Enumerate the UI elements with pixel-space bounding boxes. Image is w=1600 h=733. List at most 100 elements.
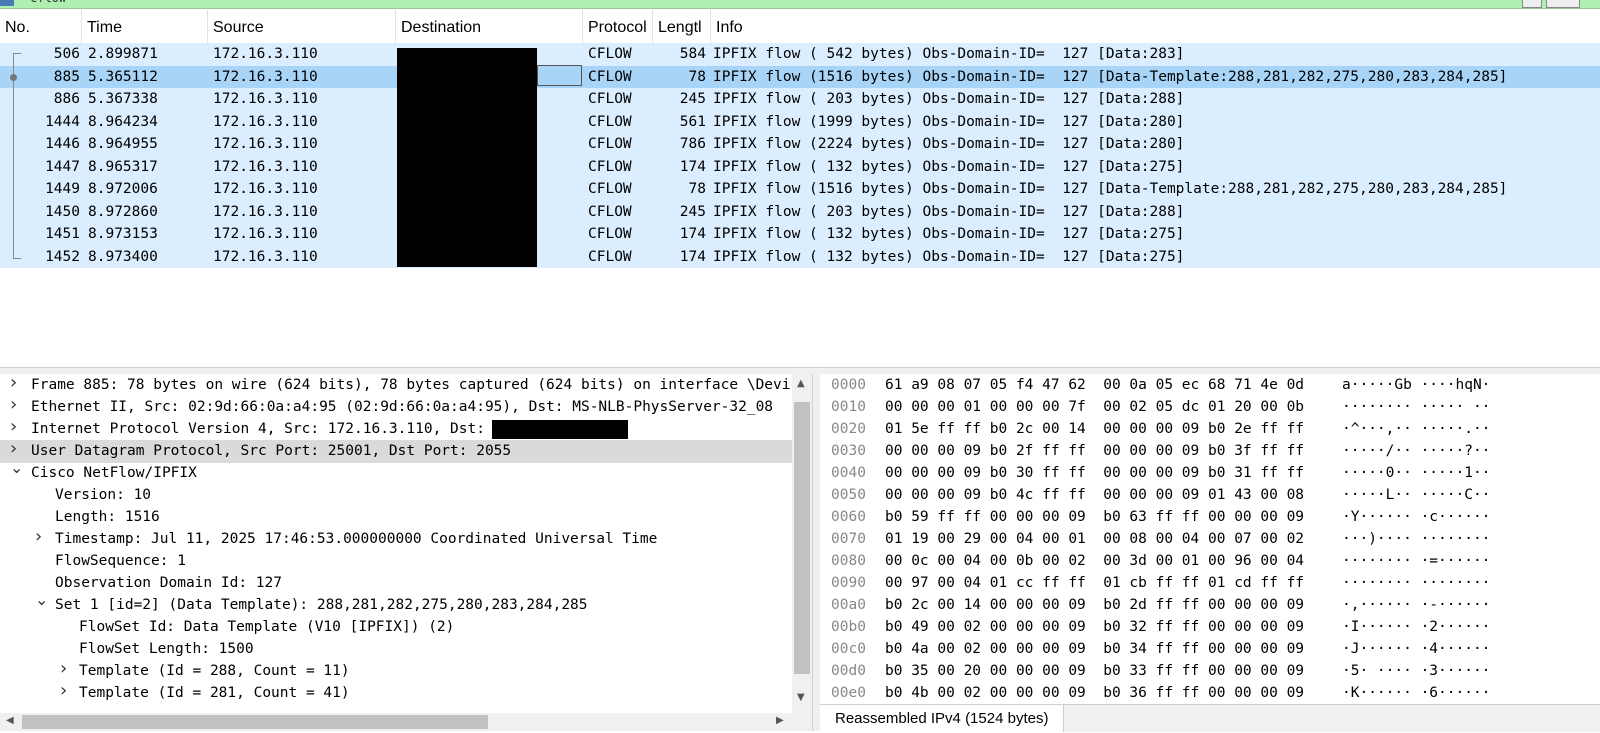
packet-time: 2.899871 [88,46,158,62]
detail-tree-item[interactable]: ⌄ Cisco NetFlow/IPFIX [0,458,792,485]
bytes-ascii: ········ ········ [1342,575,1491,591]
details-vertical-scrollbar[interactable]: ▲ ▼ [792,374,812,708]
filter-apply-button[interactable] [1546,0,1580,8]
detail-tree-item[interactable]: › Timestamp: Jul 11, 2025 17:46:53.000000… [0,526,792,551]
packet-row[interactable]: 1449 8.972006 172.16.3.110 CFLOW 78 IPFIX flo… [0,178,1600,201]
bytes-row[interactable]: 0050 00 00 00 09 b0 4c ff ff 00 00 00 09 … [820,484,1600,507]
bytes-row[interactable]: 0030 00 00 00 09 b0 2f ff ff 00 00 00 09 … [820,440,1600,463]
packet-row[interactable]: 885 5.365112 172.16.3.110 CFLOW 78 IPFIX flow… [0,65,1600,88]
packet-number: 1450 [45,203,80,220]
details-vertical-scroll-thumb[interactable] [794,402,810,674]
bytes-hex: 00 00 00 09 b0 30 ff ff 00 00 00 09 b0 3… [885,465,1305,481]
detail-tree-item[interactable]: Length: 1516 [0,506,792,529]
bytes-offset: 00e0 [831,685,866,701]
packet-row[interactable]: 1447 8.965317 172.16.3.110 CFLOW 174 IPFIX fl… [0,155,1600,178]
expand-chevron-icon[interactable]: › [60,658,67,680]
bytes-row[interactable]: 00b0 b0 49 00 02 00 00 00 09 b0 32 ff ff … [820,616,1600,639]
bytes-row[interactable]: 0060 b0 59 ff ff 00 00 00 09 b0 63 ff ff … [820,506,1600,529]
packet-row[interactable]: 1444 8.964234 172.16.3.110 CFLOW 561 IPFIX fl… [0,110,1600,133]
bytes-row[interactable]: 0000 61 a9 08 07 05 f4 47 62 00 0a 05 ec … [820,374,1600,397]
packet-protocol: CFLOW [588,248,632,265]
detail-tree-item[interactable]: › Frame 885: 78 bytes on wire (624 bits),… [0,374,792,397]
bytes-row[interactable]: 0070 01 19 00 29 00 04 00 01 00 08 00 04 … [820,528,1600,551]
column-header-source[interactable]: Source [208,10,396,43]
filter-clear-button[interactable] [1522,0,1542,8]
packet-protocol: CFLOW [588,68,632,85]
bytes-offset: 0040 [831,465,866,481]
packet-length: 786 [679,136,706,152]
expand-chevron-icon[interactable]: › [35,526,42,548]
expand-chevron-icon[interactable]: › [10,394,17,416]
detail-tree-text: FlowSet Length: 1500 [79,641,254,657]
detail-tree-item[interactable]: FlowSet Length: 1500 [0,638,792,661]
details-horizontal-scrollbar[interactable]: ◀ ▶ [0,713,792,731]
packet-details-tree[interactable]: › Frame 885: 78 bytes on wire (624 bits),… [0,374,812,731]
bytes-row[interactable]: 0010 00 00 00 01 00 00 00 7f 00 02 05 dc … [820,396,1600,419]
packet-source: 172.16.3.110 [213,68,318,85]
bytes-hex: b0 2c 00 14 00 00 00 09 b0 2d ff ff 00 0… [885,597,1305,613]
expand-chevron-icon[interactable]: › [10,374,17,394]
scroll-down-icon[interactable]: ▼ [797,692,805,703]
tab-reassembled-ipv4[interactable]: Reassembled IPv4 (1524 bytes) [820,705,1065,732]
bytes-hex: 61 a9 08 07 05 f4 47 62 00 0a 05 ec 68 7… [885,377,1305,393]
display-filter-input[interactable]: cflow [30,0,66,5]
detail-tree-item[interactable]: › Ethernet II, Src: 02:9d:66:0a:a4:95 (02… [0,394,792,419]
bytes-ascii: ·····/·· ·····?·· [1342,443,1491,459]
detail-tree-item[interactable]: › Internet Protocol Version 4, Src: 172.1… [0,416,792,441]
packet-row[interactable]: 886 5.367338 172.16.3.110 CFLOW 245 IPFIX flo… [0,88,1600,111]
packet-row[interactable]: 1451 8.973153 172.16.3.110 CFLOW 174 IPFIX fl… [0,223,1600,246]
bytes-row[interactable]: 0080 00 0c 00 04 00 0b 00 02 00 3d 00 01 … [820,550,1600,573]
display-filter-bar[interactable]: cflow [0,0,1600,9]
packet-row[interactable]: 1450 8.972860 172.16.3.110 CFLOW 245 IPFIX fl… [0,200,1600,223]
bytes-row[interactable]: 0090 00 97 00 04 01 cc ff ff 01 cb ff ff … [820,572,1600,595]
packet-info: IPFIX flow (1999 bytes) Obs-Domain-ID= 1… [713,113,1185,130]
bytes-ascii: ·5· ···· ·3······ [1342,663,1491,679]
packet-info: IPFIX flow (1516 bytes) Obs-Domain-ID= 1… [713,181,1508,197]
packet-number: 1452 [45,248,80,265]
conversation-tree-line [13,53,14,258]
packet-row[interactable]: 506 2.899871 172.16.3.110 CFLOW 584 IPFIX flo… [0,43,1600,66]
scroll-left-icon[interactable]: ◀ [6,715,14,726]
packet-row[interactable]: 1452 8.973400 172.16.3.110 CFLOW 174 IPFIX fl… [0,245,1600,268]
column-header-info[interactable]: Info [711,10,1600,43]
collapse-chevron-icon[interactable]: ⌄ [35,589,48,611]
detail-tree-item[interactable]: › Template (Id = 288, Count = 11) [0,658,792,683]
scroll-up-icon[interactable]: ▲ [797,378,805,389]
detail-tree-item[interactable]: ⌄ Set 1 [id=2] (Data Template): 288,281,2… [0,590,792,617]
column-header-length[interactable]: Lengtl [653,10,711,43]
collapse-chevron-icon[interactable]: ⌄ [10,457,23,479]
detail-tree-item[interactable]: FlowSet Id: Data Template (V10 [IPFIX]) … [0,616,792,639]
bytes-offset: 0050 [831,487,866,503]
detail-tree-item[interactable]: › Template (Id = 281, Count = 41) [0,680,792,705]
bytes-row[interactable]: 00a0 b0 2c 00 14 00 00 00 09 b0 2d ff ff … [820,594,1600,617]
filter-bookmark-icon[interactable] [0,0,14,6]
detail-tree-item[interactable]: Observation Domain Id: 127 [0,572,792,595]
focused-cell-outline [537,65,582,86]
packet-row[interactable]: 1446 8.964955 172.16.3.110 CFLOW 786 IPFIX fl… [0,133,1600,156]
column-header-time[interactable]: Time [82,10,208,43]
bytes-row[interactable]: 0020 01 5e ff ff b0 2c 00 14 00 00 00 09 … [820,418,1600,441]
bytes-offset: 00a0 [831,597,866,613]
bytes-row[interactable]: 00c0 b0 4a 00 02 00 00 00 09 b0 34 ff ff … [820,638,1600,661]
scroll-right-icon[interactable]: ▶ [776,715,784,726]
column-header-no[interactable]: No. [0,10,82,43]
details-horizontal-scroll-thumb[interactable] [22,715,488,729]
bytes-hex: 00 00 00 09 b0 4c ff ff 00 00 00 09 01 4… [885,487,1305,503]
packet-bytes-pane[interactable]: 0000 61 a9 08 07 05 f4 47 62 00 0a 05 ec … [820,374,1600,704]
detail-tree-item[interactable]: FlowSequence: 1 [0,550,792,573]
expand-chevron-icon[interactable]: › [10,416,17,438]
bytes-row[interactable]: 00e0 b0 4b 00 02 00 00 00 09 b0 36 ff ff … [820,682,1600,704]
packet-time: 8.964234 [88,113,158,130]
column-header-protocol[interactable]: Protocol [583,10,653,43]
packet-list[interactable]: No. Time Source Destination Protocol Len… [0,10,1600,368]
packet-list-rows: 506 2.899871 172.16.3.110 CFLOW 584 IPFIX flo… [0,43,1600,268]
bytes-hex: 01 5e ff ff b0 2c 00 14 00 00 00 09 b0 2… [885,421,1305,437]
expand-chevron-icon[interactable]: › [60,680,67,702]
column-header-destination[interactable]: Destination [396,10,583,43]
packet-number: 886 [53,91,80,107]
detail-tree-item[interactable]: Version: 10 [0,484,792,507]
bytes-row[interactable]: 0040 00 00 00 09 b0 30 ff ff 00 00 00 09 … [820,462,1600,485]
detail-tree-item[interactable]: › User Datagram Protocol, Src Port: 25001… [0,438,792,463]
packet-length: 174 [679,226,706,242]
bytes-row[interactable]: 00d0 b0 35 00 20 00 00 00 09 b0 33 ff ff … [820,660,1600,683]
